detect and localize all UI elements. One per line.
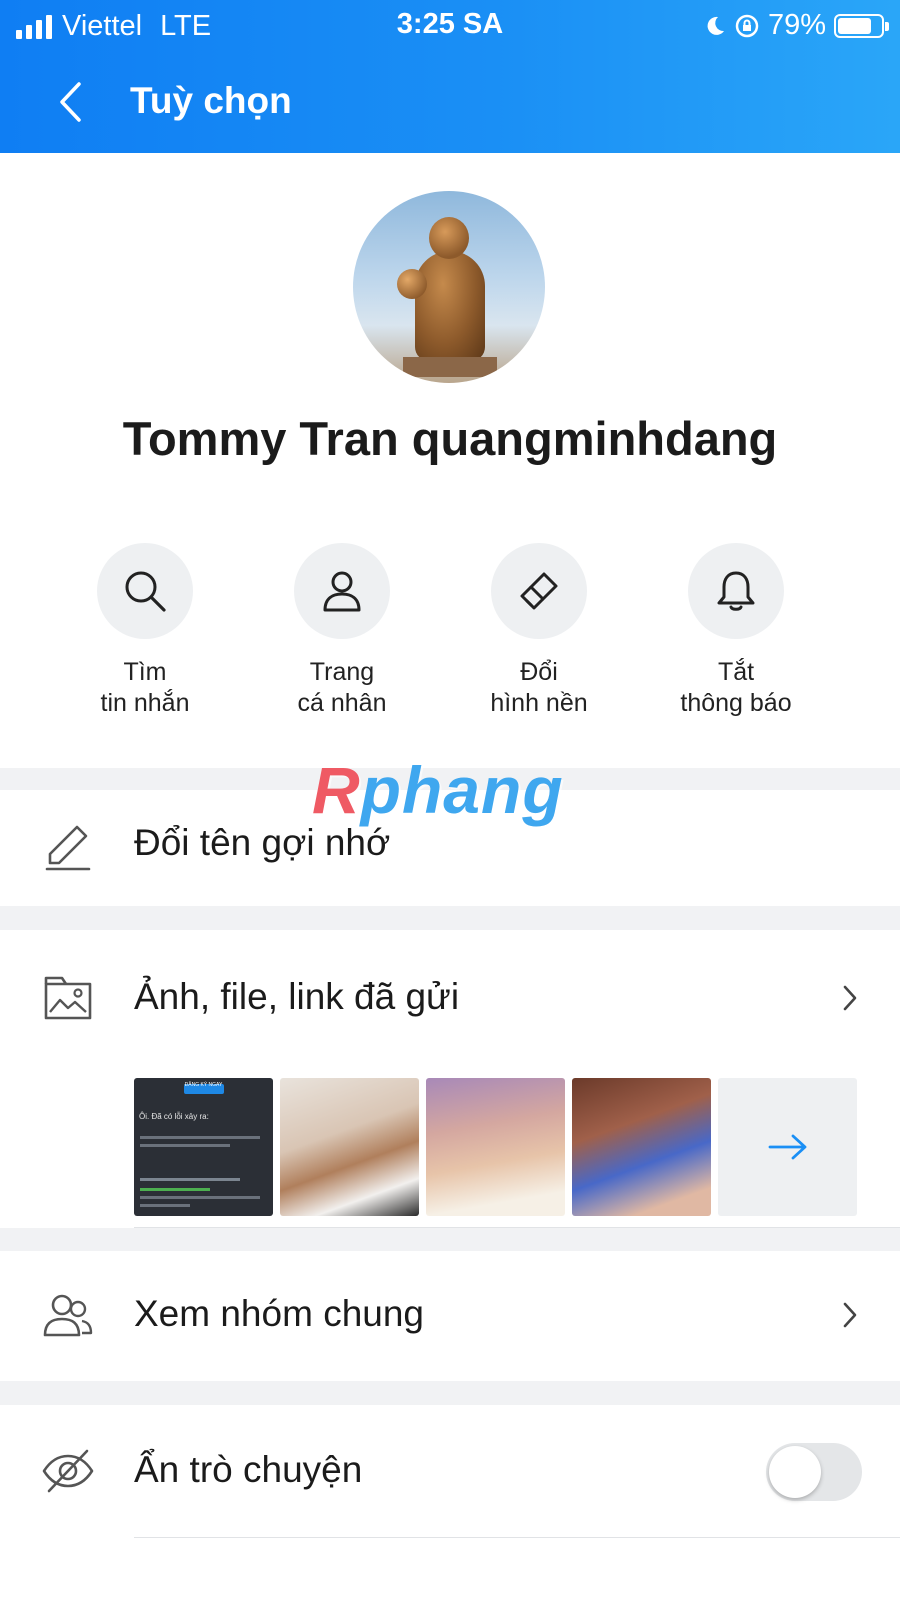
battery-fill (838, 17, 872, 34)
hide-chat-row: Ẩn trò chuyện (0, 1405, 900, 1600)
profile-page-button[interactable]: Trang cá nhân (242, 543, 442, 719)
avatar[interactable] (353, 191, 545, 383)
toggle-knob (769, 1446, 821, 1498)
chevron-left-icon (60, 82, 81, 122)
groups-chevron[interactable] (838, 1295, 862, 1335)
profile-card: Tommy Tran quangminhdang Tìm tin nhắn Tr… (0, 153, 900, 768)
action-label: Trang cá nhân (297, 658, 387, 717)
action-label: Tắt thông báo (680, 658, 792, 717)
media-thumbnail[interactable] (280, 1078, 419, 1216)
nav-bar: Tuỳ chọn (0, 60, 900, 145)
profile-name: Tommy Tran quangminhdang (122, 412, 778, 465)
battery-percent: 79% (767, 9, 826, 41)
view-more-media-button[interactable] (718, 1078, 857, 1216)
paint-brush-icon (520, 572, 558, 610)
hide-chat-label: Ẩn trò chuyện (134, 1449, 363, 1490)
quick-actions: Tìm tin nhắn Trang cá nhân Đổi hình nền (0, 543, 900, 733)
change-wallpaper-button[interactable]: Đổi hình nền (439, 543, 639, 719)
rotation-lock-icon (735, 14, 759, 37)
top-bar: Viettel LTE 3:25 SA 79% Tuỳ chọn (0, 0, 900, 153)
pencil-icon (45, 825, 91, 871)
back-button[interactable] (48, 78, 92, 126)
search-icon (125, 571, 166, 612)
divider (134, 1537, 900, 1538)
person-icon (323, 571, 361, 612)
common-groups-row[interactable]: Xem nhóm chung (0, 1251, 900, 1381)
common-groups-label: Xem nhóm chung (134, 1293, 425, 1334)
mute-notifications-button[interactable]: Tắt thông báo (636, 543, 836, 719)
bell-icon (717, 571, 755, 611)
group-icon (43, 1294, 93, 1337)
page-title: Tuỳ chọn (130, 80, 292, 121)
moon-icon (707, 16, 724, 35)
hide-chat-toggle[interactable] (766, 1443, 862, 1501)
media-thumbnail[interactable] (426, 1078, 565, 1216)
media-thumbnails: ĐĂNG KÝ NGAY Ôi. Đã có lỗi xảy ra: (134, 1078, 857, 1216)
media-thumbnail[interactable] (572, 1078, 711, 1216)
media-label[interactable]: Ảnh, file, link đã gửi (134, 976, 459, 1018)
media-row: Ảnh, file, link đã gửi ĐĂNG KÝ NGAY Ôi. … (0, 930, 900, 1228)
arrow-right-icon (768, 1134, 806, 1160)
chevron-right-icon (843, 1302, 857, 1328)
watermark-logo: Rphang (312, 753, 564, 827)
media-thumbnail[interactable]: ĐĂNG KÝ NGAY Ôi. Đã có lỗi xảy ra: (134, 1078, 273, 1216)
action-label: Tìm tin nhắn (100, 658, 190, 717)
divider (134, 1227, 900, 1228)
media-chevron[interactable] (838, 978, 862, 1018)
rename-label: Đổi tên gợi nhớ (134, 822, 391, 863)
gallery-folder-icon (44, 976, 92, 1020)
search-messages-button[interactable]: Tìm tin nhắn (45, 543, 245, 719)
action-label: Đổi hình nền (490, 658, 588, 717)
eye-off-icon (42, 1449, 94, 1493)
status-bar: Viettel LTE 3:25 SA 79% (0, 0, 900, 50)
battery-icon (834, 13, 889, 38)
chevron-right-icon (843, 985, 857, 1011)
